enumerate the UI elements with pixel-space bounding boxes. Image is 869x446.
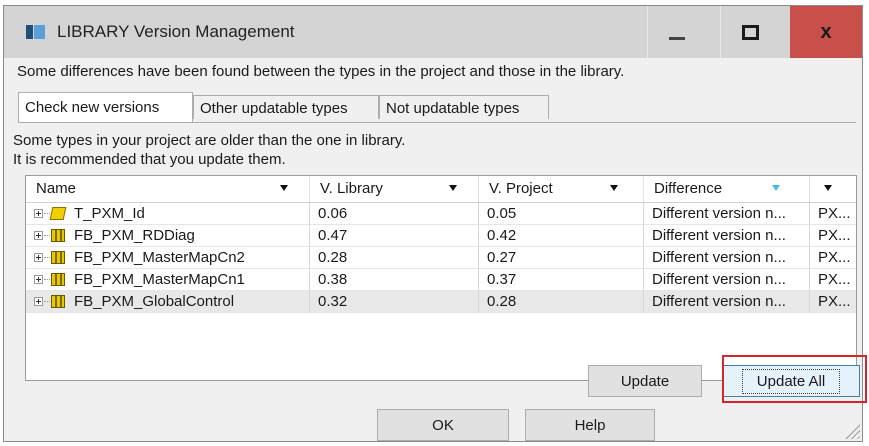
name-cell: FB_PXM_RDDiag bbox=[26, 225, 310, 247]
v-library-cell: 0.32 bbox=[310, 291, 479, 313]
extra-cell: PX... bbox=[810, 225, 856, 247]
dropdown-arrow-icon[interactable] bbox=[280, 185, 288, 191]
maximize-button[interactable] bbox=[720, 6, 779, 58]
panel-description: Some types in your project are older tha… bbox=[13, 131, 405, 169]
function-block-icon bbox=[51, 273, 65, 286]
ok-button[interactable]: OK bbox=[377, 409, 509, 441]
type-name: T_PXM_Id bbox=[74, 205, 145, 222]
app-icon bbox=[26, 25, 45, 39]
name-cell: FB_PXM_MasterMapCn1 bbox=[26, 269, 310, 291]
help-button[interactable]: Help bbox=[525, 409, 655, 441]
type-name: FB_PXM_MasterMapCn2 bbox=[74, 249, 245, 266]
filter-arrow-icon[interactable] bbox=[772, 185, 780, 191]
minimize-button[interactable] bbox=[647, 6, 706, 58]
function-block-icon bbox=[51, 295, 65, 308]
tree-connector bbox=[44, 301, 50, 302]
v-project-cell: 0.28 bbox=[479, 291, 644, 313]
v-library-cell: 0.28 bbox=[310, 247, 479, 269]
extra-cell: PX... bbox=[810, 203, 856, 225]
title-bar[interactable]: LIBRARY Version Management x bbox=[4, 6, 862, 58]
dropdown-arrow-icon[interactable] bbox=[824, 185, 832, 191]
column-header-v-project-label: V. Project bbox=[489, 180, 553, 197]
column-header-difference-label: Difference bbox=[654, 180, 723, 197]
update-button[interactable]: Update bbox=[588, 365, 702, 397]
name-cell: T_PXM_Id bbox=[26, 203, 310, 225]
update-all-button[interactable]: Update All bbox=[722, 365, 860, 397]
v-project-cell: 0.27 bbox=[479, 247, 644, 269]
window-title: LIBRARY Version Management bbox=[57, 22, 295, 41]
expand-icon[interactable] bbox=[34, 209, 43, 218]
grid-header: Name V. Library V. Project Difference bbox=[26, 176, 856, 203]
table-row[interactable]: FB_PXM_MasterMapCn1 0.38 0.37 Different ver… bbox=[26, 269, 856, 291]
udt-type-icon bbox=[49, 207, 67, 220]
function-block-icon bbox=[51, 251, 65, 264]
panel-description-line1: Some types in your project are older tha… bbox=[13, 132, 406, 149]
v-library-cell: 0.47 bbox=[310, 225, 479, 247]
v-project-cell: 0.37 bbox=[479, 269, 644, 291]
extra-cell: PX... bbox=[810, 291, 856, 313]
update-all-label: Update All bbox=[741, 368, 841, 394]
resize-grip-icon[interactable] bbox=[842, 421, 860, 439]
tab-other-updatable-types[interactable]: Other updatable types bbox=[193, 95, 379, 119]
table-row[interactable]: FB_PXM_GlobalControl 0.32 0.28 Different ve… bbox=[26, 291, 856, 313]
difference-cell: Different version n... bbox=[644, 225, 810, 247]
v-project-cell: 0.05 bbox=[479, 203, 644, 225]
tab-not-updatable-types[interactable]: Not updatable types bbox=[379, 95, 549, 119]
column-header-name[interactable]: Name bbox=[26, 176, 310, 202]
expand-icon[interactable] bbox=[34, 231, 43, 240]
difference-cell: Different version n... bbox=[644, 291, 810, 313]
v-library-cell: 0.06 bbox=[310, 203, 479, 225]
column-header-extra[interactable] bbox=[810, 176, 856, 202]
expand-icon[interactable] bbox=[34, 297, 43, 306]
expand-icon[interactable] bbox=[34, 275, 43, 284]
table-row[interactable]: FB_PXM_RDDiag 0.47 0.42 Different version n… bbox=[26, 225, 856, 247]
tree-connector bbox=[44, 257, 50, 258]
differences-message: Some differences have been found between… bbox=[17, 63, 625, 80]
versions-grid[interactable]: Name V. Library V. Project Difference T_… bbox=[25, 175, 857, 381]
type-name: FB_PXM_MasterMapCn1 bbox=[74, 271, 245, 288]
v-project-cell: 0.42 bbox=[479, 225, 644, 247]
type-name: FB_PXM_RDDiag bbox=[74, 227, 195, 244]
column-header-difference[interactable]: Difference bbox=[644, 176, 810, 202]
tree-connector bbox=[44, 235, 50, 236]
close-button[interactable]: x bbox=[790, 6, 862, 58]
difference-cell: Different version n... bbox=[644, 203, 810, 225]
dropdown-arrow-icon[interactable] bbox=[449, 185, 457, 191]
v-library-cell: 0.38 bbox=[310, 269, 479, 291]
maximize-icon bbox=[741, 24, 759, 40]
minimize-icon bbox=[669, 36, 685, 40]
expand-icon[interactable] bbox=[34, 253, 43, 262]
dropdown-arrow-icon[interactable] bbox=[610, 185, 618, 191]
library-version-management-dialog: LIBRARY Version Management x Some differ… bbox=[3, 5, 867, 442]
difference-cell: Different version n... bbox=[644, 269, 810, 291]
name-cell: FB_PXM_MasterMapCn2 bbox=[26, 247, 310, 269]
extra-cell: PX... bbox=[810, 269, 856, 291]
column-header-name-label: Name bbox=[36, 180, 77, 197]
type-name: FB_PXM_GlobalControl bbox=[74, 293, 235, 310]
tab-check-new-versions[interactable]: Check new versions bbox=[18, 92, 193, 122]
difference-cell: Different version n... bbox=[644, 247, 810, 269]
panel-description-line2: It is recommended that you update them. bbox=[13, 151, 286, 168]
column-header-v-project[interactable]: V. Project bbox=[479, 176, 644, 202]
close-icon: x bbox=[820, 20, 832, 43]
function-block-icon bbox=[51, 229, 65, 242]
table-row[interactable]: T_PXM_Id 0.06 0.05 Different version n... PX… bbox=[26, 203, 856, 225]
tree-connector bbox=[44, 213, 50, 214]
tree-connector bbox=[44, 279, 50, 280]
column-header-v-library[interactable]: V. Library bbox=[310, 176, 479, 202]
column-header-v-library-label: V. Library bbox=[320, 180, 383, 197]
extra-cell: PX... bbox=[810, 247, 856, 269]
name-cell: FB_PXM_GlobalControl bbox=[26, 291, 310, 313]
table-row[interactable]: FB_PXM_MasterMapCn2 0.28 0.27 Different ver… bbox=[26, 247, 856, 269]
